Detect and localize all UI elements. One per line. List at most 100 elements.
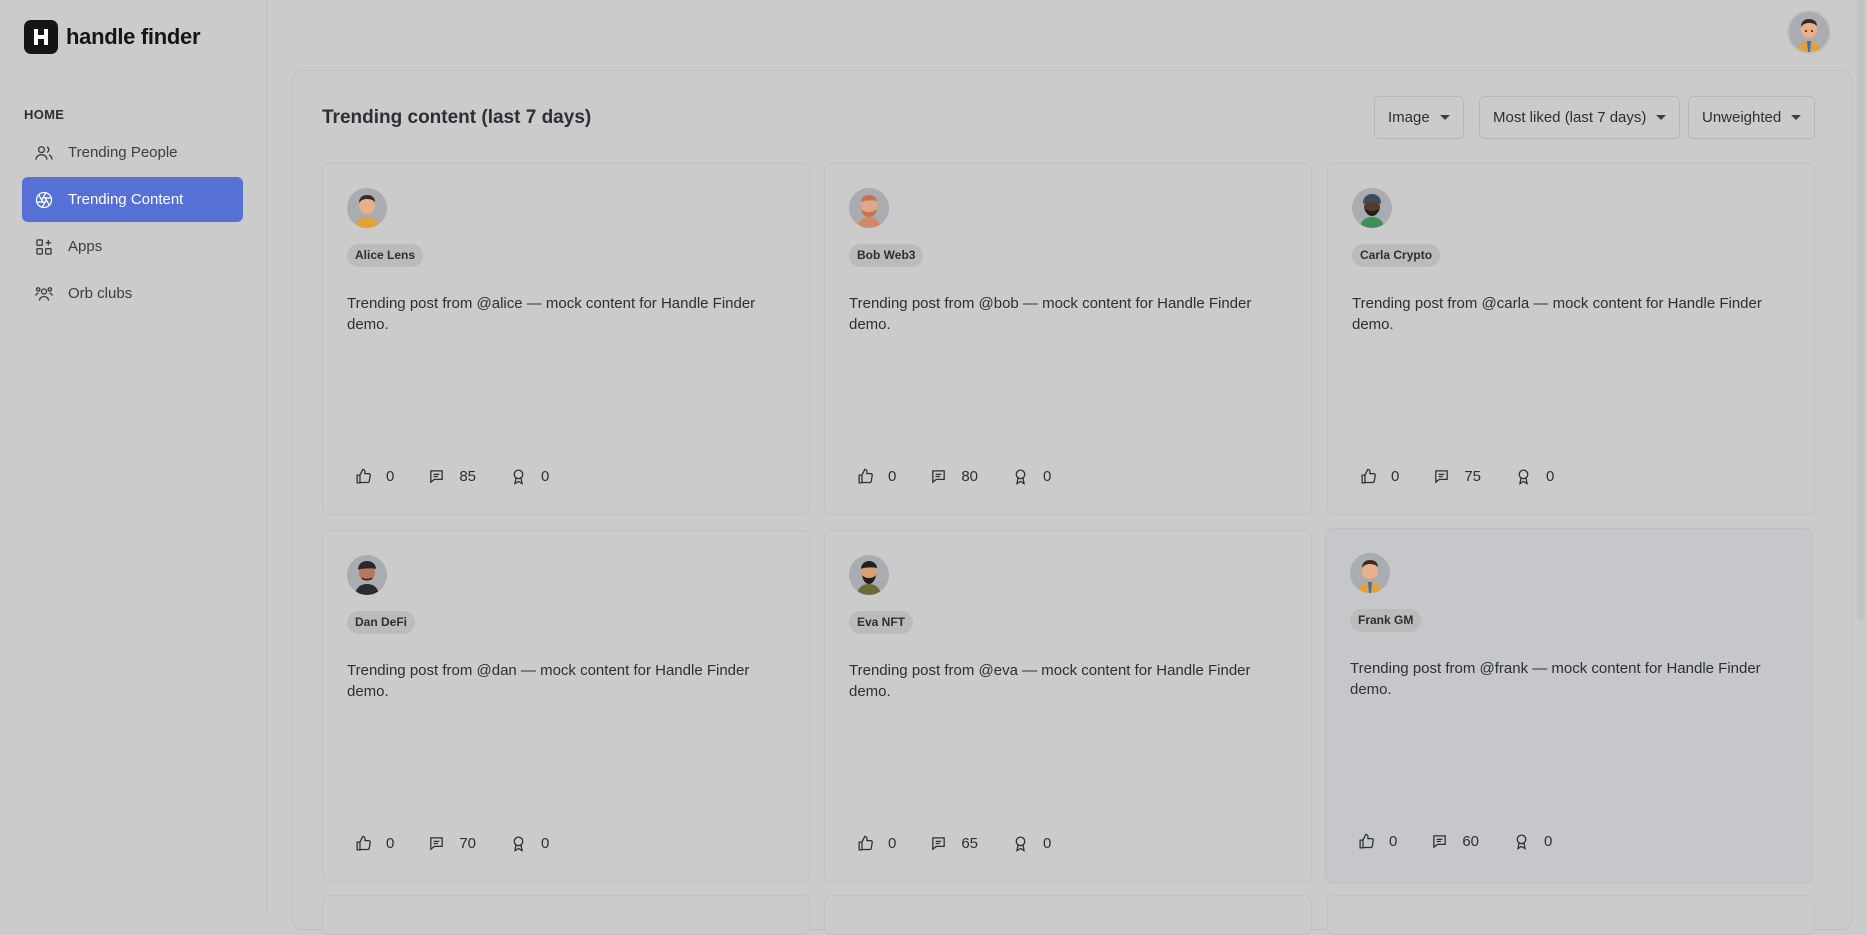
likes-count: 0 xyxy=(386,835,395,852)
scrollbar-thumb[interactable] xyxy=(1857,0,1865,620)
group-icon xyxy=(35,286,53,301)
sort-dropdown[interactable]: Most liked (last 7 days) xyxy=(1479,96,1681,139)
content-card-partial[interactable] xyxy=(824,895,1312,935)
award-icon xyxy=(1015,469,1026,485)
author-name-chip[interactable]: Frank GM xyxy=(1350,609,1422,632)
post-stats: 0 75 0 xyxy=(1360,468,1588,485)
comment-icon xyxy=(1433,835,1447,849)
likes-stat[interactable]: 0 xyxy=(355,468,394,485)
author-name-chip[interactable]: Bob Web3 xyxy=(849,244,924,267)
author-name-chip[interactable]: Dan DeFi xyxy=(347,611,416,634)
likes-count: 0 xyxy=(1389,833,1398,850)
comments-count: 85 xyxy=(459,468,477,485)
thumbs-up-icon xyxy=(1361,468,1376,484)
collects-count: 0 xyxy=(541,468,550,485)
collects-stat[interactable]: 0 xyxy=(1513,833,1552,850)
comments-count: 75 xyxy=(1464,468,1482,485)
content-card[interactable]: Alice Lens Trending post from @alice — m… xyxy=(322,163,810,515)
comment-icon xyxy=(1435,470,1449,484)
user-avatar[interactable] xyxy=(1787,10,1831,54)
author-avatar[interactable] xyxy=(347,555,387,595)
comments-stat[interactable]: 70 xyxy=(428,835,476,852)
content-card-partial[interactable] xyxy=(322,895,810,935)
sidebar-item-label: Apps xyxy=(68,238,103,255)
collects-stat[interactable]: 0 xyxy=(1515,468,1554,485)
author-avatar[interactable] xyxy=(849,555,889,595)
author-avatar[interactable] xyxy=(347,188,387,228)
content-type-dropdown[interactable]: Image xyxy=(1374,96,1464,139)
comments-stat[interactable]: 60 xyxy=(1431,833,1479,850)
likes-stat[interactable]: 0 xyxy=(1360,468,1399,485)
collects-stat[interactable]: 0 xyxy=(1012,468,1051,485)
comment-icon xyxy=(430,470,444,484)
collects-count: 0 xyxy=(541,835,550,852)
author-name-chip[interactable]: Eva NFT xyxy=(849,611,914,634)
post-text: Trending post from @dan — mock content f… xyxy=(347,662,750,700)
award-icon xyxy=(513,469,524,485)
comments-stat[interactable]: 80 xyxy=(930,468,978,485)
dropdown-value: Image xyxy=(1388,109,1430,126)
content-card[interactable]: Carla Crypto Trending post from @carla —… xyxy=(1327,163,1815,515)
post-text: Trending post from @bob — mock content f… xyxy=(849,295,1252,333)
likes-stat[interactable]: 0 xyxy=(857,468,896,485)
avatar-man-icon xyxy=(849,188,889,228)
sidebar-item-label: Trending Content xyxy=(68,191,184,208)
avatar-man-icon xyxy=(1789,12,1829,52)
weighting-dropdown[interactable]: Unweighted xyxy=(1688,96,1816,139)
comments-stat[interactable]: 65 xyxy=(930,835,978,852)
award-icon xyxy=(513,836,524,852)
content-card[interactable]: Frank GM Trending post from @frank — moc… xyxy=(1325,528,1813,883)
comments-stat[interactable]: 75 xyxy=(1433,468,1481,485)
brand-logo[interactable]: handle finder xyxy=(24,20,201,54)
author-avatar[interactable] xyxy=(1352,188,1392,228)
dropdown-value: Unweighted xyxy=(1702,109,1782,126)
comments-count: 70 xyxy=(459,835,477,852)
sidebar-item-trending-people[interactable]: Trending People xyxy=(22,130,243,175)
likes-stat[interactable]: 0 xyxy=(857,835,896,852)
thumbs-up-icon xyxy=(356,468,371,484)
sidebar-section-home: HOME xyxy=(24,107,65,122)
content-card[interactable]: Eva NFT Trending post from @eva — mock c… xyxy=(824,530,1312,882)
dropdown-value: Most liked (last 7 days) xyxy=(1493,109,1647,126)
sidebar-item-label: Trending People xyxy=(68,144,178,161)
author-avatar[interactable] xyxy=(849,188,889,228)
handle-finder-logo-icon xyxy=(24,20,58,54)
sidebar-item-orb-clubs[interactable]: Orb clubs xyxy=(22,271,243,316)
post-stats: 0 60 0 xyxy=(1358,833,1586,850)
chevron-down-icon xyxy=(1791,115,1802,120)
users-icon xyxy=(35,145,53,160)
likes-stat[interactable]: 0 xyxy=(355,835,394,852)
aperture-icon xyxy=(35,191,53,208)
avatar-person-icon xyxy=(1352,188,1392,228)
collects-stat[interactable]: 0 xyxy=(510,835,549,852)
thumbs-up-icon xyxy=(356,835,371,851)
comments-stat[interactable]: 85 xyxy=(428,468,476,485)
likes-count: 0 xyxy=(888,835,897,852)
comment-icon xyxy=(430,837,444,851)
content-card[interactable]: Bob Web3 Trending post from @bob — mock … xyxy=(824,163,1312,515)
post-stats: 0 80 0 xyxy=(857,468,1085,485)
post-stats: 0 85 0 xyxy=(355,468,583,485)
collects-stat[interactable]: 0 xyxy=(1012,835,1051,852)
comment-icon xyxy=(932,470,946,484)
likes-count: 0 xyxy=(1391,468,1400,485)
collects-count: 0 xyxy=(1043,468,1052,485)
likes-count: 0 xyxy=(888,468,897,485)
author-name-chip[interactable]: Alice Lens xyxy=(347,244,424,267)
content-card[interactable]: Dan DeFi Trending post from @dan — mock … xyxy=(322,530,810,882)
author-avatar[interactable] xyxy=(1350,553,1390,593)
sidebar-item-apps[interactable]: Apps xyxy=(22,224,243,269)
likes-stat[interactable]: 0 xyxy=(1358,833,1397,850)
comments-count: 65 xyxy=(961,835,979,852)
author-name-chip[interactable]: Carla Crypto xyxy=(1352,244,1441,267)
comments-count: 60 xyxy=(1462,833,1480,850)
content-card-partial[interactable] xyxy=(1327,895,1815,935)
page-scrollbar[interactable] xyxy=(1855,0,1867,914)
apps-grid-icon xyxy=(36,238,52,255)
collects-count: 0 xyxy=(1546,468,1555,485)
post-text: Trending post from @alice — mock content… xyxy=(347,295,756,333)
award-icon xyxy=(1516,834,1527,850)
collects-stat[interactable]: 0 xyxy=(510,468,549,485)
comments-count: 80 xyxy=(961,468,979,485)
sidebar-item-trending-content[interactable]: Trending Content xyxy=(22,177,243,222)
